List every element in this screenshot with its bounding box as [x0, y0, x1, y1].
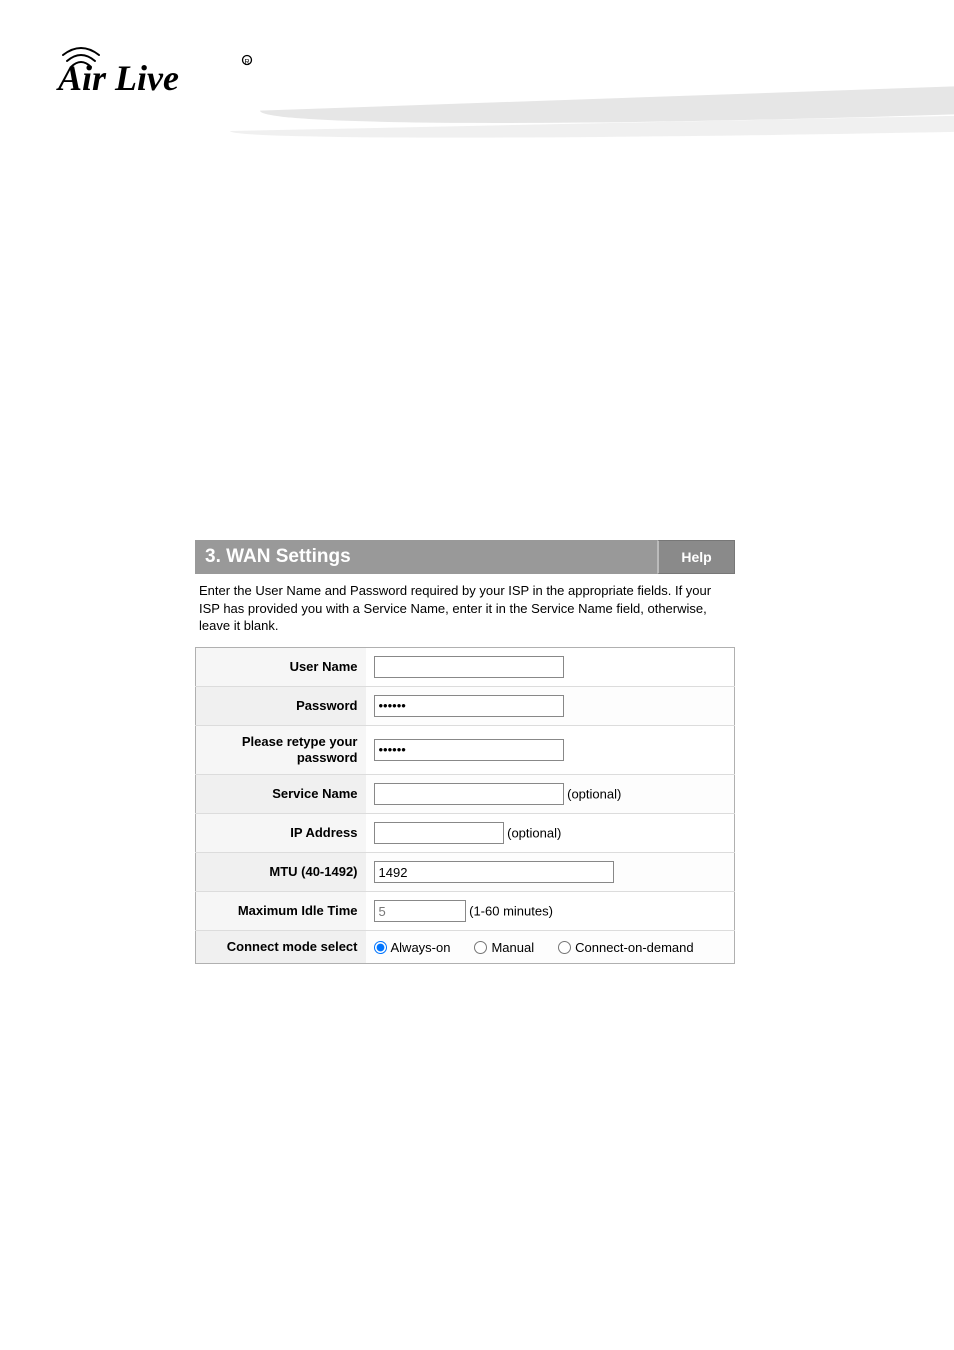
panel-title: 3. WAN Settings [195, 540, 657, 574]
input-password[interactable] [374, 695, 564, 717]
row-ip-address: IP Address (optional) [196, 814, 735, 853]
brand-logo: Air Live R [55, 35, 265, 103]
hint-service-name: (optional) [567, 787, 621, 802]
label-ip-address: IP Address [196, 814, 366, 853]
label-password: Password [196, 686, 366, 725]
radio-manual[interactable]: Manual [474, 940, 534, 955]
header-swoosh [260, 85, 954, 180]
radio-always-on[interactable]: Always-on [374, 940, 451, 955]
wan-settings-panel: 3. WAN Settings Help Enter the User Name… [195, 540, 735, 964]
label-service-name: Service Name [196, 775, 366, 814]
radio-input-always-on[interactable] [374, 941, 387, 954]
label-username: User Name [196, 647, 366, 686]
label-connect-mode: Connect mode select [196, 931, 366, 964]
row-service-name: Service Name (optional) [196, 775, 735, 814]
label-idle-time: Maximum Idle Time [196, 892, 366, 931]
input-idle-time[interactable] [374, 900, 466, 922]
radio-label-manual: Manual [491, 940, 534, 955]
hint-ip-address: (optional) [507, 826, 561, 841]
connect-mode-group: Always-on Manual Connect-on-demand [374, 940, 727, 955]
radio-input-manual[interactable] [474, 941, 487, 954]
panel-description: Enter the User Name and Password require… [195, 574, 735, 647]
input-password-retype[interactable] [374, 739, 564, 761]
input-ip-address[interactable] [374, 822, 504, 844]
row-username: User Name [196, 647, 735, 686]
svg-text:R: R [245, 59, 250, 66]
radio-connect-on-demand[interactable]: Connect-on-demand [558, 940, 694, 955]
radio-input-connect-on-demand[interactable] [558, 941, 571, 954]
svg-text:Air Live: Air Live [56, 58, 179, 98]
radio-label-connect-on-demand: Connect-on-demand [575, 940, 694, 955]
input-mtu[interactable] [374, 861, 614, 883]
row-password-retype: Please retype your password [196, 725, 735, 775]
label-password-retype: Please retype your password [196, 725, 366, 775]
row-mtu: MTU (40-1492) [196, 853, 735, 892]
input-username[interactable] [374, 656, 564, 678]
row-idle-time: Maximum Idle Time (1-60 minutes) [196, 892, 735, 931]
hint-idle-time: (1-60 minutes) [469, 904, 553, 919]
row-connect-mode: Connect mode select Always-on Manual Con… [196, 931, 735, 964]
settings-form: User Name Password Please retype your pa… [195, 647, 735, 965]
help-button[interactable]: Help [657, 540, 735, 574]
radio-label-always-on: Always-on [391, 940, 451, 955]
page-header: Air Live R [0, 0, 954, 180]
input-service-name[interactable] [374, 783, 564, 805]
row-password: Password [196, 686, 735, 725]
label-mtu: MTU (40-1492) [196, 853, 366, 892]
